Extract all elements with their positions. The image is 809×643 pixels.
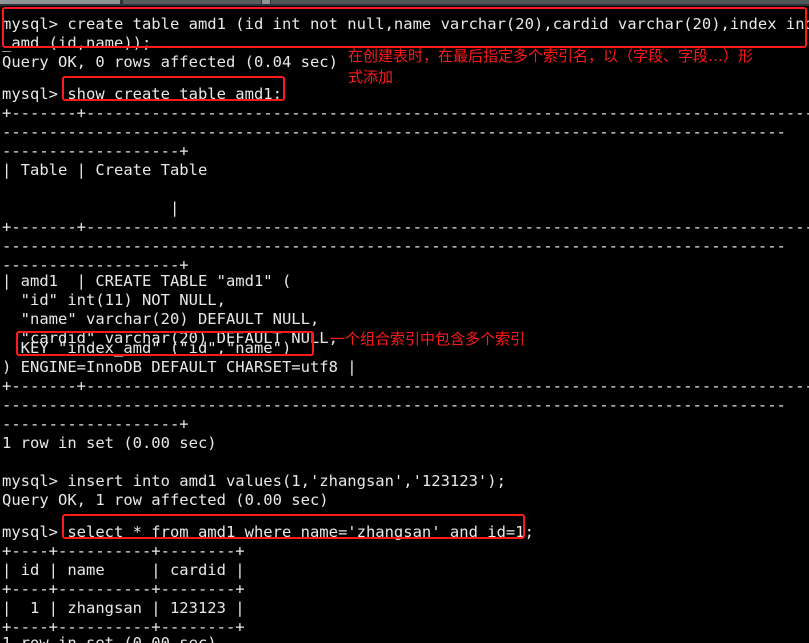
mysql-terminal-window: mysql> create table amd1 (id int not nul… xyxy=(0,0,809,643)
terminal-line: | id | name | cardid | xyxy=(2,561,245,579)
terminal-line: +-------+-------------------------------… xyxy=(2,377,809,395)
terminal-line: Query OK, 0 rows affected (0.04 sec) xyxy=(2,53,338,71)
chrome-segment-2 xyxy=(123,0,261,4)
terminal-line: +-------+-------------------------------… xyxy=(2,104,809,122)
window-chrome-strip xyxy=(0,0,809,6)
terminal-line: -------------------+ xyxy=(2,415,189,433)
terminal-line: +----+----------+--------+ xyxy=(2,580,245,598)
terminal-line: "id" int(11) NOT NULL, xyxy=(2,291,226,309)
terminal-line: 1 row in set (0.00 sec) xyxy=(2,434,217,452)
chrome-segment-4 xyxy=(271,0,809,4)
terminal-line: | amd1 | CREATE TABLE "amd1" ( xyxy=(2,272,292,290)
terminal-line: KEY "index_amd" ("id","name") xyxy=(2,339,292,357)
chrome-segment-3 xyxy=(262,0,270,4)
terminal-line: Query OK, 1 row affected (0.00 sec) xyxy=(2,491,329,509)
terminal-line: +----+----------+--------+ xyxy=(2,542,245,560)
terminal-line: mysql> create table amd1 (id int not nul… xyxy=(2,15,809,33)
terminal-line: _amd (id,name)); xyxy=(2,34,152,52)
terminal-line: ----------------------------------------… xyxy=(2,237,786,255)
terminal-line: | xyxy=(2,199,180,217)
terminal-line: mysql> show create table amd1; xyxy=(2,85,282,103)
terminal-line: mysql> select * from amd1 where name='zh… xyxy=(2,523,534,541)
terminal-line: -------------------+ xyxy=(2,142,189,160)
terminal-line: ) ENGINE=InnoDB DEFAULT CHARSET=utf8 | xyxy=(2,358,357,376)
terminal-line: | Table | Create Table xyxy=(2,161,208,179)
chrome-segment-1 xyxy=(0,0,120,4)
terminal-line: ----------------------------------------… xyxy=(2,123,786,141)
terminal-line: | 1 | zhangsan | 123123 | xyxy=(2,599,245,617)
terminal-line: +-------+-------------------------------… xyxy=(2,218,809,236)
terminal-line: 1 row in set (0.00 sec) xyxy=(2,634,217,643)
composite-index-annotation: 一个组合索引中包含多个索引 xyxy=(330,330,526,348)
terminal-line: ----------------------------------------… xyxy=(2,396,786,414)
terminal-line: "name" varchar(20) DEFAULT NULL, xyxy=(2,310,320,328)
terminal-line: mysql> insert into amd1 values(1,'zhangs… xyxy=(2,472,506,490)
create-index-annotation: 在创建表时，在最后指定多个索引名，以（字段、字段…）形 式添加 xyxy=(348,47,754,86)
